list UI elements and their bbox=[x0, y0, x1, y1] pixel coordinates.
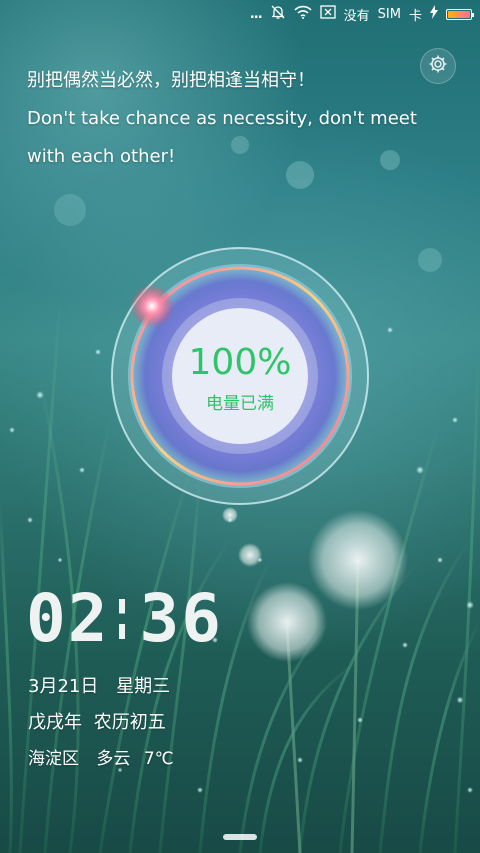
weather-temperature: 7℃ bbox=[143, 749, 174, 769]
clock-separator bbox=[119, 598, 126, 639]
lunar-year: 戊戌年 bbox=[28, 712, 82, 733]
date-text: 3月21日 bbox=[28, 676, 99, 697]
lunar-day: 农历初五 bbox=[93, 712, 166, 733]
status-bar: ... 没有 SIM 卡 bbox=[0, 0, 480, 28]
battery-percentage: 100% bbox=[188, 341, 292, 383]
weather-line: 海淀区 多云 7℃ bbox=[28, 744, 174, 769]
weekday-text: 星期三 bbox=[116, 676, 171, 697]
charging-bolt-icon bbox=[430, 5, 438, 23]
more-dots: ... bbox=[249, 6, 263, 22]
date-line: 3月21日 星期三 bbox=[28, 672, 170, 698]
battery-status-label: 电量已满 bbox=[206, 393, 274, 414]
weather-district: 海淀区 bbox=[28, 749, 79, 769]
clock-minutes: 36 bbox=[139, 580, 223, 657]
weather-condition: 多云 bbox=[96, 749, 131, 769]
wifi-icon bbox=[294, 5, 312, 23]
no-service-label: 没有 bbox=[343, 8, 370, 24]
sim-label: SIM bbox=[377, 6, 401, 22]
battery-icon bbox=[446, 8, 474, 20]
clock-hours: 02 bbox=[26, 580, 110, 657]
lock-clock: 02 36 bbox=[26, 580, 223, 657]
mute-bell-icon bbox=[270, 4, 286, 24]
card-label: 卡 bbox=[408, 8, 422, 24]
charge-center-disc: 100% 电量已满 bbox=[172, 308, 308, 444]
battery-level-fill bbox=[448, 10, 470, 18]
sim-x-icon bbox=[320, 5, 336, 23]
lunar-line: 戊戌年 农历初五 bbox=[28, 708, 166, 734]
quote-english-line-1: Don't take chance as necessity, don't me… bbox=[27, 108, 417, 129]
quote-english-line-2: with each other! bbox=[27, 146, 176, 167]
daily-quote: 别把偶然当必然，别把相逢当相守！ Don't take chance as ne… bbox=[27, 62, 447, 176]
quote-chinese: 别把偶然当必然，别把相逢当相守！ bbox=[27, 70, 315, 91]
charging-indicator: 100% 电量已满 bbox=[108, 244, 372, 508]
ring-spark bbox=[130, 284, 174, 328]
unlock-swipe-handle[interactable] bbox=[223, 834, 257, 840]
